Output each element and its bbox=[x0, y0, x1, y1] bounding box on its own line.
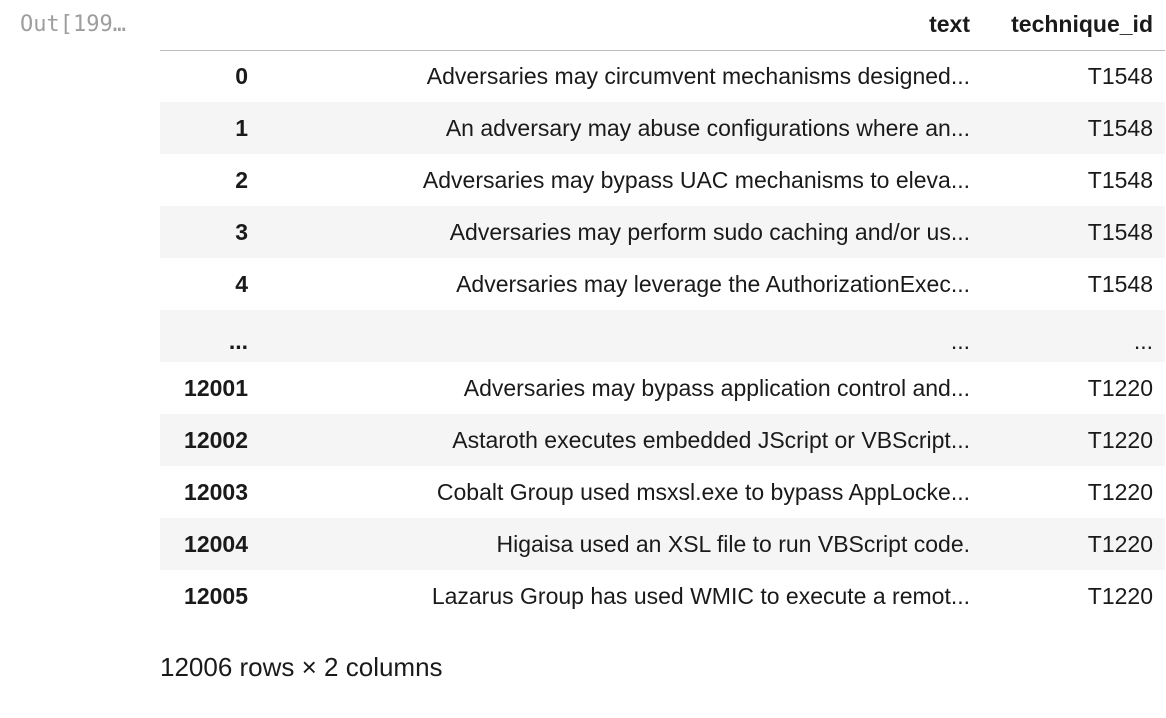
row-index: 12005 bbox=[184, 582, 248, 609]
table-row: 0 Adversaries may circumvent mechanisms … bbox=[160, 50, 1165, 102]
cell-technique-id: T1548 bbox=[1087, 114, 1153, 141]
table-row: 4 Adversaries may leverage the Authoriza… bbox=[160, 258, 1165, 310]
row-index: ... bbox=[228, 327, 248, 354]
row-index: 1 bbox=[235, 114, 248, 141]
cell-technique-id: T1220 bbox=[1087, 478, 1153, 505]
table-row: 12001 Adversaries may bypass application… bbox=[160, 362, 1165, 414]
cell-text: Adversaries may perform sudo caching and… bbox=[449, 218, 970, 245]
cell-text: Higaisa used an XSL file to run VBScript… bbox=[496, 530, 970, 557]
cell-text: Lazarus Group has used WMIC to execute a… bbox=[431, 582, 970, 609]
cell-technique-id: T1548 bbox=[1087, 62, 1153, 89]
dataframe-shape-summary: 12006 rows × 2 columns bbox=[160, 652, 443, 682]
row-index: 0 bbox=[235, 62, 248, 89]
cell-text: Cobalt Group used msxsl.exe to bypass Ap… bbox=[436, 478, 970, 505]
dataframe-table: text technique_id 0 Adversaries may circ… bbox=[160, 0, 1165, 622]
cell-technique-id: ... bbox=[1133, 327, 1153, 354]
row-index: 2 bbox=[235, 166, 248, 193]
table-row-ellipsis: ... ... ... bbox=[160, 310, 1165, 362]
cell-technique-id: T1548 bbox=[1087, 218, 1153, 245]
cell-text: Adversaries may bypass UAC mechanisms to… bbox=[422, 166, 970, 193]
cell-text: An adversary may abuse configurations wh… bbox=[445, 114, 970, 141]
cell-technique-id: T1548 bbox=[1087, 270, 1153, 297]
cell-text: Adversaries may bypass application contr… bbox=[463, 374, 970, 401]
output-prompt-label: Out[199… bbox=[20, 12, 126, 37]
cell-text: Astaroth executes embedded JScript or VB… bbox=[452, 426, 970, 453]
dataframe-output: text technique_id 0 Adversaries may circ… bbox=[160, 0, 1165, 622]
cell-technique-id: T1548 bbox=[1087, 166, 1153, 193]
table-row: 12003 Cobalt Group used msxsl.exe to byp… bbox=[160, 466, 1165, 518]
row-index: 3 bbox=[235, 218, 248, 245]
cell-technique-id: T1220 bbox=[1087, 374, 1153, 401]
header-row: text technique_id bbox=[160, 0, 1165, 51]
row-index: 12002 bbox=[184, 426, 248, 453]
table-row: 12005 Lazarus Group has used WMIC to exe… bbox=[160, 570, 1165, 622]
index-column-header bbox=[160, 0, 260, 51]
row-index: 12004 bbox=[184, 530, 248, 557]
table-row: 1 An adversary may abuse configurations … bbox=[160, 102, 1165, 154]
row-index: 12003 bbox=[184, 478, 248, 505]
row-index: 12001 bbox=[184, 374, 248, 401]
cell-technique-id: T1220 bbox=[1087, 426, 1153, 453]
table-row: 12002 Astaroth executes embedded JScript… bbox=[160, 414, 1165, 466]
cell-text: Adversaries may leverage the Authorizati… bbox=[456, 270, 970, 297]
row-index: 4 bbox=[235, 270, 248, 297]
table-row: 3 Adversaries may perform sudo caching a… bbox=[160, 206, 1165, 258]
table-row: 12004 Higaisa used an XSL file to run VB… bbox=[160, 518, 1165, 570]
cell-text: ... bbox=[950, 327, 970, 354]
column-header-text: text bbox=[260, 0, 982, 51]
column-header-technique-id: technique_id bbox=[982, 0, 1165, 51]
cell-technique-id: T1220 bbox=[1087, 582, 1153, 609]
cell-text: Adversaries may circumvent mechanisms de… bbox=[426, 62, 970, 89]
cell-technique-id: T1220 bbox=[1087, 530, 1153, 557]
table-row: 2 Adversaries may bypass UAC mechanisms … bbox=[160, 154, 1165, 206]
